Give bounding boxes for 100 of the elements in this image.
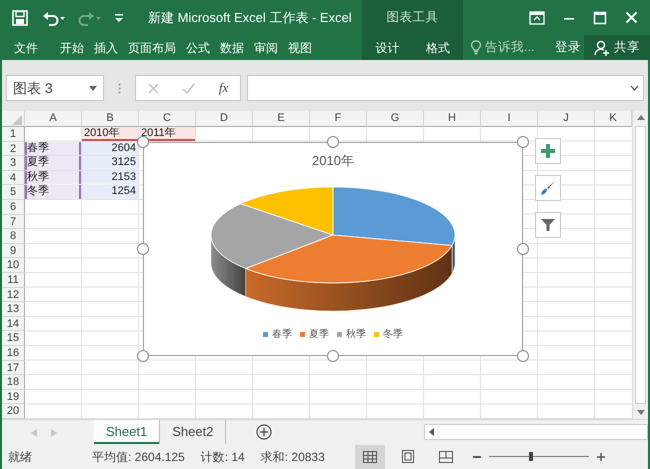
- legend-label: 春季: [272, 328, 292, 342]
- maximize-icon[interactable]: [593, 10, 607, 24]
- column-header[interactable]: E: [253, 111, 310, 127]
- row-header[interactable]: 17: [2, 360, 25, 376]
- chart-title: 2010年: [311, 152, 355, 170]
- lightbulb-icon: [471, 40, 481, 55]
- resize-handle[interactable]: [517, 136, 529, 148]
- resize-handle[interactable]: [517, 350, 529, 362]
- share-button[interactable]: 共享: [584, 35, 650, 60]
- contextual-tab-group-label: 图表工具: [386, 9, 438, 26]
- row-header[interactable]: 14: [2, 316, 25, 332]
- column-header[interactable]: K: [595, 111, 632, 127]
- row-header[interactable]: 16: [2, 346, 25, 360]
- customize-icon[interactable]: [114, 12, 124, 22]
- scroll-down-arrow-icon[interactable]: [636, 410, 644, 415]
- drag-grip-icon[interactable]: [118, 82, 121, 94]
- row-header[interactable]: 9: [2, 244, 25, 258]
- formula-input[interactable]: [247, 75, 644, 101]
- sheet-tab[interactable]: Sheet1: [94, 420, 160, 444]
- row-header[interactable]: 11: [2, 272, 25, 288]
- plus-icon: [541, 144, 555, 158]
- row-header[interactable]: 1: [2, 127, 25, 142]
- legend-label: 夏季: [309, 328, 329, 342]
- table-cell: 夏季: [25, 156, 81, 170]
- row-header[interactable]: 19: [2, 390, 25, 404]
- status-statistic: 求和: 20833: [260, 448, 325, 466]
- page-layout-icon: [402, 450, 414, 463]
- dropdown-caret-icon[interactable]: [89, 86, 97, 90]
- column-header[interactable]: A: [25, 111, 82, 127]
- row-header[interactable]: 12: [2, 288, 25, 302]
- status-statistic: 平均值: 2604.125: [92, 448, 185, 466]
- zoom-in-icon[interactable]: [596, 452, 605, 460]
- row-header[interactable]: 5: [2, 185, 25, 200]
- column-header[interactable]: G: [367, 111, 424, 127]
- resize-handle[interactable]: [137, 243, 149, 255]
- column-header[interactable]: D: [196, 111, 253, 127]
- page-break-icon: [438, 450, 453, 462]
- tell-me-field[interactable]: 告诉我...: [485, 38, 547, 57]
- chart-elements-button[interactable]: [535, 138, 561, 164]
- row-header[interactable]: 2: [2, 142, 25, 156]
- ribbon-tab[interactable]: 审阅: [249, 35, 283, 60]
- ribbon-tab[interactable]: 视图: [283, 35, 317, 60]
- view-button[interactable]: [354, 444, 385, 468]
- resize-handle[interactable]: [137, 350, 149, 362]
- ribbon-tab[interactable]: 页面布局: [123, 35, 181, 60]
- ribbon-tab[interactable]: 格式: [420, 35, 455, 60]
- row-header[interactable]: 18: [2, 375, 25, 390]
- resize-handle[interactable]: [327, 136, 339, 148]
- row-header[interactable]: 4: [2, 170, 25, 186]
- column-header[interactable]: H: [424, 111, 481, 127]
- sign-in-link[interactable]: 登录: [555, 38, 581, 57]
- row-header[interactable]: 13: [2, 302, 25, 317]
- column-header[interactable]: F: [310, 111, 367, 127]
- scroll-left-arrow-icon[interactable]: [429, 428, 434, 436]
- ribbon-tab[interactable]: 插入: [89, 35, 123, 60]
- row-header[interactable]: 6: [2, 200, 25, 215]
- resize-handle[interactable]: [517, 243, 529, 255]
- column-header[interactable]: I: [481, 111, 538, 127]
- table-cell: 2010年: [82, 127, 138, 141]
- undo-icon[interactable]: [42, 10, 66, 26]
- funnel-icon: [541, 218, 555, 232]
- chart-styles-button[interactable]: [535, 175, 561, 201]
- legend-label: 秋季: [346, 328, 366, 342]
- column-header[interactable]: J: [538, 111, 595, 127]
- vertical-scrollbar[interactable]: [632, 111, 648, 419]
- expand-chevron-icon[interactable]: [630, 85, 639, 91]
- ribbon-tab[interactable]: 数据: [215, 35, 249, 60]
- ribbon-tab[interactable]: 开始: [55, 35, 89, 60]
- grid-view-icon: [362, 450, 377, 462]
- paintbrush-icon: [540, 180, 556, 196]
- ribbon-display-options-icon[interactable]: [529, 10, 545, 24]
- row-header[interactable]: 7: [2, 214, 25, 230]
- ribbon-tab[interactable]: 设计: [370, 35, 404, 60]
- column-header[interactable]: C: [139, 111, 196, 127]
- row-header[interactable]: 3: [2, 156, 25, 171]
- scroll-up-arrow-icon[interactable]: [636, 115, 644, 120]
- horizontal-scrollbar[interactable]: [424, 424, 648, 440]
- ribbon-tab[interactable]: 公式: [181, 35, 215, 60]
- close-icon[interactable]: [625, 11, 638, 24]
- table-cell: 2153: [82, 170, 138, 184]
- column-header[interactable]: B: [82, 111, 139, 127]
- row-header[interactable]: 10: [2, 258, 25, 273]
- status-statistic: 计数: 14: [200, 448, 245, 466]
- legend-label: 冬季: [383, 328, 403, 342]
- save-icon[interactable]: [12, 10, 28, 26]
- name-box[interactable]: 图表 3: [6, 75, 104, 101]
- table-cell: 3125: [82, 156, 138, 170]
- chart-filters-button[interactable]: [535, 212, 561, 238]
- row-header[interactable]: 15: [2, 331, 25, 346]
- insert-function-button[interactable]: fx: [218, 78, 228, 98]
- table-cell: 冬季: [25, 185, 81, 199]
- row-header[interactable]: 20: [2, 404, 25, 419]
- row-header[interactable]: 8: [2, 229, 25, 244]
- person-add-icon: [594, 40, 610, 56]
- chart-area[interactable]: 2010年 春季 夏季 秋季 冬季: [143, 142, 523, 356]
- resize-handle[interactable]: [327, 350, 339, 362]
- zoom-slider-thumb[interactable]: [528, 452, 533, 461]
- table-cell: 2011年: [139, 127, 195, 141]
- add-sheet-icon[interactable]: [256, 424, 272, 440]
- ribbon-tab[interactable]: 文件: [0, 35, 43, 60]
